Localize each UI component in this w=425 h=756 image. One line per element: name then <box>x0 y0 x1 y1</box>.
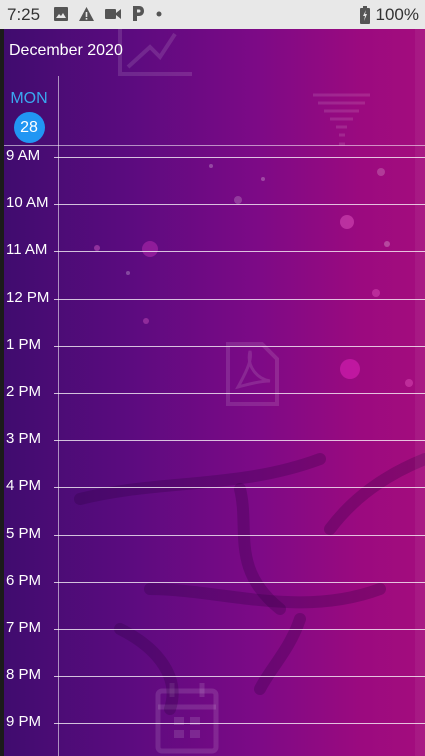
hour-label: 7 PM <box>6 619 42 636</box>
hour-row[interactable]: 6 PM <box>0 572 425 589</box>
hour-label: 3 PM <box>6 430 42 447</box>
day-name: MON <box>10 90 48 107</box>
hour-label: 11 AM <box>6 241 48 258</box>
hour-label: 1 PM <box>6 336 42 353</box>
hour-gridline <box>54 299 425 300</box>
hour-label: 9 PM <box>6 713 42 730</box>
bokeh-dots <box>94 164 413 387</box>
parking-icon <box>131 5 145 22</box>
hour-row[interactable]: 7 PM <box>0 619 425 636</box>
hour-gridline <box>54 440 425 441</box>
hour-label: 5 PM <box>6 525 42 542</box>
month-title[interactable]: December 2020 <box>9 42 123 60</box>
system-icons: 100% <box>359 5 419 25</box>
hour-row[interactable]: 9 PM <box>0 713 425 730</box>
hour-row[interactable]: 5 PM <box>0 525 425 542</box>
notification-icons <box>53 5 164 22</box>
hour-gridline <box>54 676 425 677</box>
hour-label: 12 PM <box>6 289 50 306</box>
funnel-icon <box>313 93 370 146</box>
hour-row[interactable]: 3 PM <box>0 430 425 447</box>
battery-icon <box>359 6 370 24</box>
hour-gridline <box>54 393 425 394</box>
status-time: 7:25 <box>7 5 41 24</box>
hour-gridline <box>54 723 425 724</box>
hour-row[interactable]: 10 AM <box>0 194 425 211</box>
branch-decoration <box>74 453 425 715</box>
hour-gridline <box>54 346 425 347</box>
battery-percent: 100% <box>375 5 419 24</box>
hour-gridline <box>54 157 425 158</box>
hour-label: 2 PM <box>6 383 42 400</box>
calendar-icon <box>155 683 219 754</box>
calendar-screen: 7:25 100% December 2020 MON 28 9 AM 10 A… <box>0 0 425 756</box>
hour-label: 8 PM <box>6 666 42 683</box>
hour-row[interactable]: 2 PM <box>0 383 425 400</box>
hour-gridline <box>54 204 425 205</box>
hour-label: 6 PM <box>6 572 42 589</box>
header-divider <box>4 145 425 146</box>
hour-gridline <box>54 251 425 252</box>
hour-gridline <box>54 487 425 488</box>
hour-label: 9 AM <box>6 147 41 164</box>
warning-icon <box>78 6 95 22</box>
hour-label: 4 PM <box>6 477 42 494</box>
hour-gridline <box>54 629 425 630</box>
hour-row[interactable]: 12 PM <box>0 289 425 306</box>
hour-row[interactable]: 11 AM <box>0 241 425 258</box>
status-bar: 7:25 100% <box>0 0 425 29</box>
hour-row[interactable]: 9 AM <box>0 147 425 164</box>
hour-gridline <box>54 582 425 583</box>
dot-icon <box>154 9 164 19</box>
hour-row[interactable]: 4 PM <box>0 477 425 494</box>
hour-gridline <box>54 535 425 536</box>
day-number-badge: 28 <box>13 112 45 143</box>
chart-icon <box>118 29 192 76</box>
image-icon <box>53 6 69 22</box>
video-icon <box>104 7 122 21</box>
hour-row[interactable]: 1 PM <box>0 336 425 353</box>
time-column-divider <box>58 76 59 756</box>
hour-row[interactable]: 8 PM <box>0 666 425 683</box>
hour-label: 10 AM <box>6 194 49 211</box>
pdf-icon <box>226 342 279 406</box>
day-header[interactable]: MON 28 <box>8 90 50 143</box>
